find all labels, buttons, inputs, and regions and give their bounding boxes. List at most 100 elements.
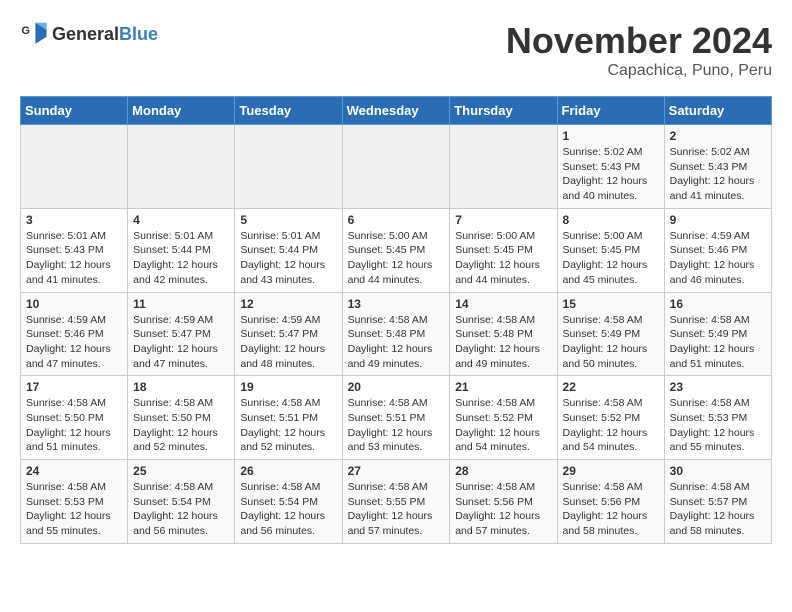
day-number: 24 [26, 464, 122, 478]
day-info: Sunrise: 4:58 AM Sunset: 5:52 PM Dayligh… [455, 396, 551, 455]
calendar-cell [450, 125, 557, 209]
day-info: Sunrise: 4:58 AM Sunset: 5:53 PM Dayligh… [26, 480, 122, 539]
day-info: Sunrise: 4:58 AM Sunset: 5:53 PM Dayligh… [670, 396, 766, 455]
day-number: 15 [563, 297, 659, 311]
calendar-week-2: 3Sunrise: 5:01 AM Sunset: 5:43 PM Daylig… [21, 208, 772, 292]
day-info: Sunrise: 4:58 AM Sunset: 5:51 PM Dayligh… [240, 396, 336, 455]
logo: G GeneralBlue [20, 20, 158, 48]
calendar-cell: 13 Sunrise: 4:58 AM Sunset: 5:48 PM Dayli… [342, 292, 450, 376]
logo-icon: G [20, 20, 48, 48]
calendar-cell: 9 Sunrise: 4:59 AM Sunset: 5:46 PM Daylig… [664, 208, 771, 292]
day-info: Sunrise: 4:58 AM Sunset: 5:52 PM Dayligh… [563, 396, 659, 455]
day-number: 14 [455, 297, 551, 311]
svg-text:G: G [21, 25, 30, 37]
calendar-cell: 15 Sunrise: 4:58 AM Sunset: 5:49 PM Dayli… [557, 292, 664, 376]
page-header: G GeneralBlue November 2024 Capachica, P… [20, 20, 772, 80]
calendar-cell: 4 Sunrise: 5:01 AM Sunset: 5:44 PM Daylig… [128, 208, 235, 292]
calendar-week-4: 17 Sunrise: 4:58 AM Sunset: 5:50 PM Dayli… [21, 376, 772, 460]
day-number: 13 [348, 297, 445, 311]
calendar-cell [128, 125, 235, 209]
day-info: Sunrise: 4:58 AM Sunset: 5:50 PM Dayligh… [26, 396, 122, 455]
calendar-cell: 18 Sunrise: 4:58 AM Sunset: 5:50 PM Dayli… [128, 376, 235, 460]
day-info: Sunrise: 4:58 AM Sunset: 5:56 PM Dayligh… [563, 480, 659, 539]
day-info: Sunrise: 4:59 AM Sunset: 5:46 PM Dayligh… [670, 229, 766, 288]
day-number: 17 [26, 380, 122, 394]
day-number: 30 [670, 464, 766, 478]
day-info: Sunrise: 4:58 AM Sunset: 5:56 PM Dayligh… [455, 480, 551, 539]
day-number: 3 [26, 213, 122, 227]
day-number: 11 [133, 297, 229, 311]
day-info: Sunrise: 4:58 AM Sunset: 5:49 PM Dayligh… [563, 313, 659, 372]
calendar-cell: 26 Sunrise: 4:58 AM Sunset: 5:54 PM Dayli… [235, 460, 342, 544]
calendar-cell: 22 Sunrise: 4:58 AM Sunset: 5:52 PM Dayli… [557, 376, 664, 460]
day-number: 4 [133, 213, 229, 227]
day-number: 27 [348, 464, 445, 478]
calendar-cell: 10 Sunrise: 4:59 AM Sunset: 5:46 PM Dayli… [21, 292, 128, 376]
calendar-week-5: 24 Sunrise: 4:58 AM Sunset: 5:53 PM Dayli… [21, 460, 772, 544]
day-number: 12 [240, 297, 336, 311]
day-info: Sunrise: 4:58 AM Sunset: 5:54 PM Dayligh… [240, 480, 336, 539]
calendar-cell: 14Sunrise: 4:58 AM Sunset: 5:48 PM Dayli… [450, 292, 557, 376]
calendar-cell: 5Sunrise: 5:01 AM Sunset: 5:44 PM Daylig… [235, 208, 342, 292]
day-header-friday: Friday [557, 97, 664, 125]
calendar-cell: 29 Sunrise: 4:58 AM Sunset: 5:56 PM Dayli… [557, 460, 664, 544]
day-number: 28 [455, 464, 551, 478]
day-number: 20 [348, 380, 445, 394]
day-number: 16 [670, 297, 766, 311]
day-info: Sunrise: 4:58 AM Sunset: 5:48 PM Dayligh… [348, 313, 445, 372]
day-number: 18 [133, 380, 229, 394]
calendar-cell [342, 125, 450, 209]
day-number: 5 [240, 213, 336, 227]
calendar-cell: 1Sunrise: 5:02 AM Sunset: 5:43 PM Daylig… [557, 125, 664, 209]
calendar-cell [21, 125, 128, 209]
day-info: Sunrise: 5:02 AM Sunset: 5:43 PM Dayligh… [670, 145, 766, 204]
day-info: Sunrise: 5:00 AM Sunset: 5:45 PM Dayligh… [348, 229, 445, 288]
location-subtitle: Capachica, Puno, Peru [506, 62, 772, 80]
day-info: Sunrise: 4:58 AM Sunset: 5:51 PM Dayligh… [348, 396, 445, 455]
day-number: 22 [563, 380, 659, 394]
calendar-cell: 25Sunrise: 4:58 AM Sunset: 5:54 PM Dayli… [128, 460, 235, 544]
day-header-saturday: Saturday [664, 97, 771, 125]
calendar-cell: 16 Sunrise: 4:58 AM Sunset: 5:49 PM Dayli… [664, 292, 771, 376]
day-info: Sunrise: 4:58 AM Sunset: 5:55 PM Dayligh… [348, 480, 445, 539]
day-number: 26 [240, 464, 336, 478]
logo-general: General [52, 24, 119, 44]
day-header-tuesday: Tuesday [235, 97, 342, 125]
month-title: November 2024 [506, 20, 772, 62]
day-info: Sunrise: 4:59 AM Sunset: 5:46 PM Dayligh… [26, 313, 122, 372]
calendar-cell: 20 Sunrise: 4:58 AM Sunset: 5:51 PM Dayli… [342, 376, 450, 460]
day-header-sunday: Sunday [21, 97, 128, 125]
day-header-wednesday: Wednesday [342, 97, 450, 125]
day-info: Sunrise: 5:00 AM Sunset: 5:45 PM Dayligh… [455, 229, 551, 288]
calendar-cell: 17 Sunrise: 4:58 AM Sunset: 5:50 PM Dayli… [21, 376, 128, 460]
calendar-cell: 12Sunrise: 4:59 AM Sunset: 5:47 PM Dayli… [235, 292, 342, 376]
day-info: Sunrise: 4:58 AM Sunset: 5:54 PM Dayligh… [133, 480, 229, 539]
day-number: 23 [670, 380, 766, 394]
day-number: 8 [563, 213, 659, 227]
calendar-cell: 30 Sunrise: 4:58 AM Sunset: 5:57 PM Dayli… [664, 460, 771, 544]
calendar-cell: 19 Sunrise: 4:58 AM Sunset: 5:51 PM Dayli… [235, 376, 342, 460]
day-number: 29 [563, 464, 659, 478]
calendar-cell: 27 Sunrise: 4:58 AM Sunset: 5:55 PM Dayli… [342, 460, 450, 544]
calendar-cell: 23 Sunrise: 4:58 AM Sunset: 5:53 PM Dayli… [664, 376, 771, 460]
calendar-cell: 8Sunrise: 5:00 AM Sunset: 5:45 PM Daylig… [557, 208, 664, 292]
day-info: Sunrise: 4:58 AM Sunset: 5:50 PM Dayligh… [133, 396, 229, 455]
day-number: 9 [670, 213, 766, 227]
day-header-thursday: Thursday [450, 97, 557, 125]
day-info: Sunrise: 4:58 AM Sunset: 5:57 PM Dayligh… [670, 480, 766, 539]
day-number: 7 [455, 213, 551, 227]
calendar-cell: 28 Sunrise: 4:58 AM Sunset: 5:56 PM Dayli… [450, 460, 557, 544]
day-number: 10 [26, 297, 122, 311]
calendar-table: SundayMondayTuesdayWednesdayThursdayFrid… [20, 96, 772, 544]
day-number: 19 [240, 380, 336, 394]
calendar-cell: 3Sunrise: 5:01 AM Sunset: 5:43 PM Daylig… [21, 208, 128, 292]
day-info: Sunrise: 4:59 AM Sunset: 5:47 PM Dayligh… [133, 313, 229, 372]
day-info: Sunrise: 4:58 AM Sunset: 5:49 PM Dayligh… [670, 313, 766, 372]
calendar-cell: 11 Sunrise: 4:59 AM Sunset: 5:47 PM Dayli… [128, 292, 235, 376]
day-number: 6 [348, 213, 445, 227]
calendar-cell: 21Sunrise: 4:58 AM Sunset: 5:52 PM Dayli… [450, 376, 557, 460]
title-block: November 2024 Capachica, Puno, Peru [506, 20, 772, 80]
day-info: Sunrise: 5:01 AM Sunset: 5:44 PM Dayligh… [133, 229, 229, 288]
calendar-header-row: SundayMondayTuesdayWednesdayThursdayFrid… [21, 97, 772, 125]
day-number: 1 [563, 129, 659, 143]
